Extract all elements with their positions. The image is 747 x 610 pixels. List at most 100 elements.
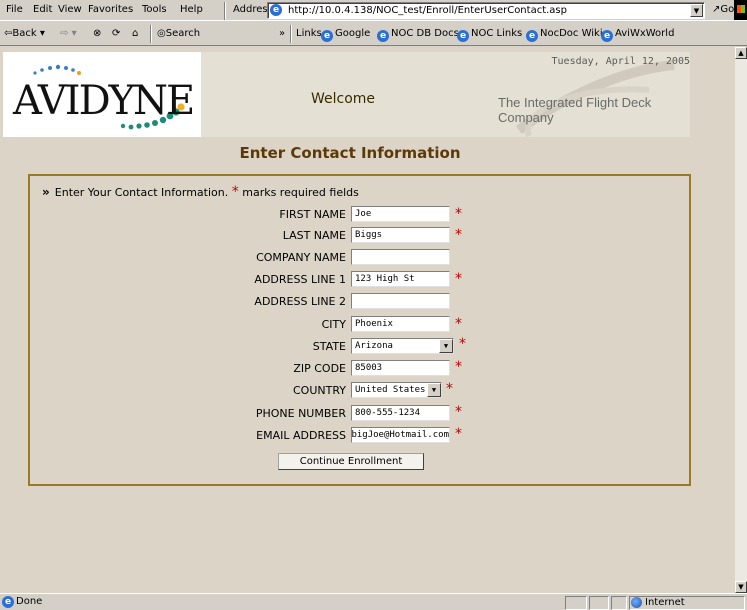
menu-bar: File Edit View Favorites Tools Help Addr… — [0, 0, 747, 21]
company-name-label: COMPANY NAME — [256, 251, 346, 264]
zip-code-label: ZIP CODE — [293, 362, 346, 375]
site-header: AVIDYNE Tuesday, April 12, 2005 Welcome … — [3, 52, 690, 138]
state-selected-value: Arizona — [355, 341, 393, 351]
required-star-icon: * — [446, 381, 453, 397]
ie-page-icon: e — [526, 30, 538, 42]
zone-text: Internet — [645, 597, 685, 608]
chevron-down-icon[interactable]: ▼ — [439, 339, 453, 353]
home-icon[interactable]: ⌂ — [132, 28, 138, 39]
chevron-down-icon[interactable]: ▼ — [427, 383, 441, 397]
refresh-icon[interactable]: ⟳ — [112, 28, 120, 39]
search-button[interactable]: ◎Search — [157, 28, 200, 39]
menu-separator — [224, 2, 226, 20]
status-bar: e Done Internet — [0, 593, 747, 610]
welcome-area: Tuesday, April 12, 2005 Welcome The Inte… — [201, 52, 690, 138]
status-text: Done — [16, 596, 43, 607]
country-label: COUNTRY — [293, 384, 346, 397]
state-select[interactable]: Arizona ▼ — [351, 338, 454, 354]
company-name-input[interactable] — [351, 249, 450, 265]
address-url: http://10.0.4.138/NOC_test/Enroll/EnterU… — [288, 5, 567, 16]
search-label: Search — [165, 28, 201, 39]
first-name-label: FIRST NAME — [279, 208, 346, 221]
link-noc-db-docs[interactable]: e NOC DB Docs — [377, 28, 459, 42]
company-tagline: The Integrated Flight Deck Company — [498, 95, 652, 125]
go-button[interactable]: ↗Go — [712, 4, 734, 15]
required-star-icon: * — [231, 184, 239, 200]
menu-edit[interactable]: Edit — [33, 4, 52, 15]
ie-page-icon: e — [321, 30, 333, 42]
stop-icon[interactable]: ⊗ — [93, 28, 101, 39]
menu-file[interactable]: File — [6, 4, 23, 15]
link-noc-links[interactable]: e NOC Links — [457, 28, 522, 42]
status-panel — [565, 596, 587, 610]
last-name-input[interactable]: Biggs — [351, 227, 450, 243]
address-line-2-label: ADDRESS LINE 2 — [254, 295, 346, 308]
menu-tools[interactable]: Tools — [142, 4, 167, 15]
toolbar-separator — [290, 25, 292, 43]
phone-number-label: PHONE NUMBER — [255, 407, 346, 420]
form-instructions: » Enter Your Contact Information. * marks… — [42, 184, 359, 200]
required-star-icon: * — [455, 206, 462, 222]
link-label: AviWxWorld — [615, 28, 675, 39]
link-nocdoc-wiki[interactable]: e NocDoc Wiki — [526, 28, 603, 42]
date-text: Tuesday, April 12, 2005 — [551, 56, 690, 67]
vertical-scrollbar[interactable]: ▲ ▼ — [735, 47, 747, 593]
email-address-label: EMAIL ADDRESS — [256, 429, 346, 442]
address-line-1-label: ADDRESS LINE 1 — [254, 273, 346, 286]
link-aviwxworld[interactable]: e AviWxWorld — [601, 28, 674, 42]
ie-page-icon: e — [457, 30, 469, 42]
status-panel — [589, 596, 609, 610]
chevron-right-icon[interactable]: » — [279, 28, 285, 39]
link-label: NocDoc Wiki — [540, 28, 603, 39]
logo-area: AVIDYNE — [3, 52, 201, 137]
page-content: AVIDYNE Tuesday, April 12, 2005 Welcome … — [0, 47, 735, 593]
city-label: CITY — [321, 318, 346, 331]
globe-icon — [631, 597, 642, 608]
go-label: Go — [720, 4, 735, 15]
toolbar: ⇦Back ▾ ⇨ ▾ ⊗ ⟳ ⌂ ◎Search » Links e Googl… — [0, 22, 747, 46]
required-star-icon: * — [455, 316, 462, 332]
email-value: bigJoe@Hotmail.com — [351, 430, 449, 440]
ie-page-icon: e — [377, 30, 389, 42]
intro-text: Enter Your Contact Information. — [54, 186, 229, 199]
required-star-icon: * — [455, 359, 462, 375]
link-label: NOC Links — [471, 28, 523, 39]
link-google[interactable]: e Google — [321, 28, 370, 42]
bullet-icon: » — [42, 185, 50, 199]
back-button[interactable]: ⇦Back ▾ — [4, 28, 45, 39]
chevron-down-icon[interactable]: ▼ — [690, 4, 703, 17]
page-title: Enter Contact Information — [239, 144, 461, 162]
address-line-2-input[interactable] — [351, 293, 450, 309]
required-star-icon: * — [455, 426, 462, 442]
continue-enrollment-button[interactable]: Continue Enrollment — [278, 453, 424, 470]
required-star-icon: * — [455, 227, 462, 243]
address-bar[interactable]: e http://10.0.4.138/NOC_test/Enroll/Ente… — [267, 2, 705, 19]
state-label: STATE — [312, 340, 346, 353]
ie-page-icon: e — [601, 30, 613, 42]
windows-logo-icon — [734, 0, 747, 20]
menu-view[interactable]: View — [58, 4, 82, 15]
ie-page-icon: e — [2, 596, 14, 608]
zip-code-input[interactable]: 85003 — [351, 360, 450, 376]
scroll-up-icon[interactable]: ▲ — [735, 47, 747, 59]
email-address-input[interactable]: bigJoe@Hotmail.com — [351, 427, 450, 443]
required-star-icon: * — [455, 271, 462, 287]
phone-number-input[interactable]: 800-555-1234 — [351, 405, 450, 421]
ie-page-icon: e — [270, 4, 282, 16]
link-label: Google — [335, 28, 371, 39]
menu-favorites[interactable]: Favorites — [88, 4, 133, 15]
city-input[interactable]: Phoenix — [351, 316, 450, 332]
first-name-input[interactable]: Joe — [351, 206, 450, 222]
status-panel — [611, 596, 627, 610]
forward-button[interactable]: ⇨ ▾ — [60, 28, 77, 39]
required-star-icon: * — [455, 404, 462, 420]
country-select[interactable]: United States ▼ — [351, 382, 442, 398]
address-line-1-input[interactable]: 123 High St — [351, 271, 450, 287]
menu-help[interactable]: Help — [180, 4, 203, 15]
scroll-down-icon[interactable]: ▼ — [735, 581, 747, 593]
country-selected-value: United States — [355, 385, 426, 395]
back-label: Back — [12, 28, 37, 39]
search-icon: ◎ — [157, 28, 166, 39]
intro-suffix: marks required fields — [242, 186, 359, 199]
links-label: Links — [296, 28, 322, 39]
